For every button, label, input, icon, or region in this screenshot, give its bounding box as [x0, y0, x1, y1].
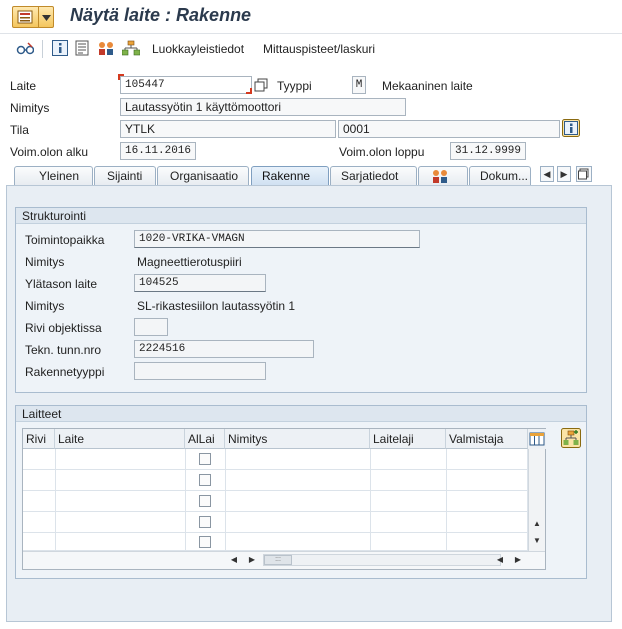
valid-from-field[interactable]: 16.11.2016 — [120, 142, 196, 160]
superior-equipment-field[interactable]: 104525 — [134, 274, 266, 292]
allai-checkbox[interactable] — [199, 474, 211, 486]
hierarchy-icon[interactable] — [122, 40, 140, 58]
tab-organisaatio[interactable]: Organisaatio — [157, 166, 249, 186]
construction-type-field[interactable] — [134, 362, 266, 380]
horizontal-scrollbar-track[interactable] — [263, 554, 501, 566]
superior-equipment-desc: SL-rikastesiilon lautassyötin 1 — [137, 299, 296, 313]
structure-group-title: Strukturointi — [16, 208, 586, 224]
column-settings-icon[interactable] — [528, 429, 546, 449]
equipment-group-title: Laitteet — [16, 406, 586, 422]
page-title: Näytä laite : Rakenne — [70, 5, 252, 25]
partners-icon — [433, 170, 447, 183]
tab-sijainti[interactable]: Sijainti — [94, 166, 156, 186]
column-divider — [225, 449, 226, 551]
status-label: Tila — [10, 123, 29, 137]
description-label: Nimitys — [10, 101, 50, 115]
superior-equipment-desc-label: Nimitys — [25, 299, 65, 313]
table-row[interactable] — [23, 512, 528, 533]
tab-partners[interactable] — [418, 166, 468, 186]
scroll-left-button[interactable]: ◀ — [227, 553, 241, 567]
scroll-down-button[interactable]: ▼ — [530, 534, 544, 548]
technical-id-label: Tekn. tunn.nro — [25, 343, 102, 357]
partners-icon[interactable] — [97, 40, 115, 58]
functional-location-desc-label: Nimitys — [25, 255, 65, 269]
construction-type-label: Rakennetyyppi — [25, 365, 105, 379]
menu-button-divider — [38, 7, 39, 27]
add-equipment-icon[interactable] — [561, 428, 581, 448]
toolbar-separator — [42, 40, 43, 58]
status-field[interactable]: YTLK — [120, 120, 336, 138]
table-row[interactable] — [23, 470, 528, 491]
column-header-laite[interactable]: Laite — [55, 429, 185, 449]
equipment-label: Laite — [10, 79, 37, 93]
user-status-field[interactable]: 0001 — [338, 120, 560, 138]
valid-to-field[interactable]: 31.12.9999 — [450, 142, 526, 160]
column-divider — [446, 449, 447, 551]
position-label: Rivi objektissa — [25, 321, 102, 335]
table-row[interactable] — [23, 533, 528, 551]
column-divider — [185, 449, 186, 551]
column-header-valmistaja[interactable]: Valmistaja — [446, 429, 528, 449]
type-description: Mekaaninen laite — [382, 79, 473, 93]
equipment-table: Rivi Laite AlLai Nimitys Laitelaji Valmi… — [22, 428, 546, 570]
copy-icon[interactable] — [254, 78, 268, 92]
functional-location-label: Toimintopaikka — [25, 233, 105, 247]
tab-yleinen[interactable]: Yleinen — [14, 166, 93, 186]
allai-checkbox[interactable] — [199, 536, 211, 548]
type-code-field[interactable]: M — [352, 76, 366, 94]
equipment-field[interactable]: 105447 — [120, 76, 252, 94]
required-marker — [118, 74, 124, 80]
menu-icon — [17, 10, 33, 24]
chevron-down-icon — [42, 15, 51, 21]
table-row[interactable] — [23, 491, 528, 512]
column-divider — [370, 449, 371, 551]
valid-from-label: Voim.olon alku — [10, 145, 89, 159]
info-icon[interactable] — [52, 40, 70, 58]
column-divider — [55, 449, 56, 551]
column-header-nimitys[interactable]: Nimitys — [225, 429, 370, 449]
functional-location-desc: Magneettierotuspiiri — [137, 255, 242, 269]
column-header-laitelaji[interactable]: Laitelaji — [370, 429, 446, 449]
allai-checkbox[interactable] — [199, 453, 211, 465]
document-icon[interactable] — [74, 40, 92, 58]
tab-list-icon[interactable] — [576, 166, 592, 182]
table-row[interactable] — [23, 449, 528, 470]
glasses-toggle-icon[interactable] — [16, 40, 34, 58]
tab-scroll-left-button[interactable]: ◀ — [540, 166, 554, 182]
technical-id-field[interactable]: 2224516 — [134, 340, 314, 358]
scroll-right-button[interactable]: ▶ — [245, 553, 259, 567]
tab-scroll-right-button[interactable]: ▶ — [557, 166, 571, 182]
position-field[interactable] — [134, 318, 168, 336]
tab-dokumentit[interactable]: Dokum... — [469, 166, 531, 186]
tab-sarjatiedot[interactable]: Sarjatiedot — [330, 166, 417, 186]
measuring-points-button[interactable]: Mittauspisteet/laskuri — [263, 42, 375, 56]
description-field[interactable]: Lautassyötin 1 käyttömoottori — [120, 98, 406, 116]
scroll-up-button[interactable]: ▲ — [530, 517, 544, 531]
scroll-right-end-button[interactable]: ▶ — [511, 553, 525, 567]
type-label: Tyyppi — [277, 79, 312, 93]
allai-checkbox[interactable] — [199, 516, 211, 528]
status-info-icon[interactable] — [562, 119, 580, 137]
scroll-left-end-button[interactable]: ◀ — [493, 553, 507, 567]
valid-to-label: Voim.olon loppu — [339, 145, 425, 159]
classification-button[interactable]: Luokkayleistiedot — [152, 42, 244, 56]
required-marker — [246, 88, 252, 94]
functional-location-field[interactable]: 1020-VRIKA-VMAGN — [134, 230, 420, 248]
tab-rakenne[interactable]: Rakenne — [251, 166, 329, 186]
horizontal-scrollbar-thumb[interactable]: ::: — [264, 555, 292, 565]
column-header-rivi[interactable]: Rivi — [23, 429, 55, 449]
superior-equipment-label: Ylätason laite — [25, 277, 98, 291]
allai-checkbox[interactable] — [199, 495, 211, 507]
menu-button[interactable] — [12, 6, 54, 28]
column-header-allai[interactable]: AlLai — [185, 429, 225, 449]
